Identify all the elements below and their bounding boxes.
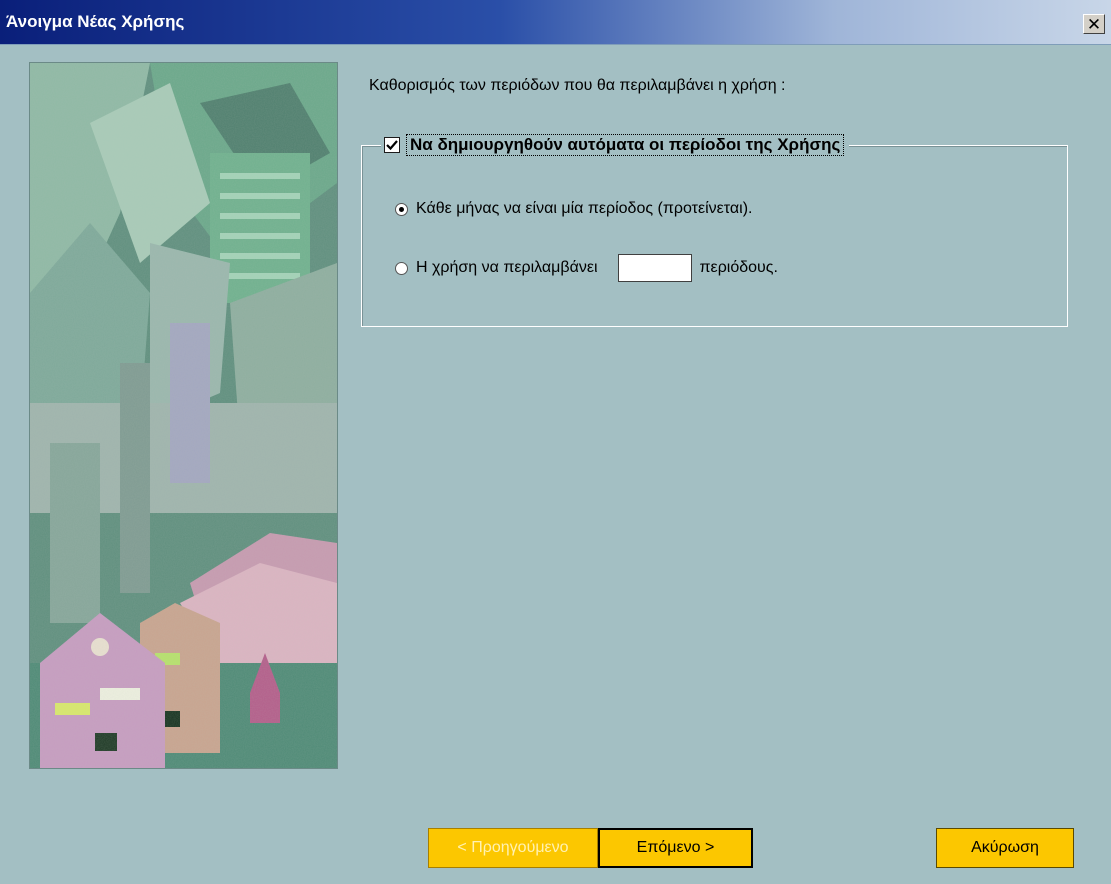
back-button[interactable]: < Προηγούμενο	[428, 828, 598, 868]
window-title: Άνοιγμα Νέας Χρήσης	[6, 12, 185, 31]
monthly-radio[interactable]	[395, 202, 408, 216]
wizard-illustration	[29, 62, 338, 769]
periods-group	[361, 145, 1068, 327]
custom-option[interactable]: Η χρήση να περιλαμβάνει περιόδους.	[395, 254, 778, 282]
cancel-button[interactable]: Ακύρωση	[936, 828, 1074, 868]
period-count-input[interactable]	[617, 254, 692, 282]
custom-prefix-label: Η χρήση να περιλαμβάνει	[416, 259, 598, 276]
close-icon: ✕	[1086, 15, 1102, 34]
auto-periods-label: Να δημιουργηθούν αυτόματα οι περίοδοι τη…	[406, 134, 845, 156]
auto-periods-checkbox[interactable]: Να δημιουργηθούν αυτόματα οι περίοδοι τη…	[381, 134, 850, 156]
title-bar: Άνοιγμα Νέας Χρήσης ✕	[0, 0, 1111, 45]
checkbox-box[interactable]	[384, 137, 400, 153]
custom-radio[interactable]	[395, 261, 408, 275]
custom-suffix-label: περιόδους.	[699, 259, 778, 276]
next-button[interactable]: Επόμενο >	[598, 828, 753, 868]
monthly-label: Κάθε μήνας να είναι μία περίοδος (προτεί…	[416, 200, 753, 217]
close-button[interactable]: ✕	[1083, 14, 1105, 34]
monthly-option[interactable]: Κάθε μήνας να είναι μία περίοδος (προτεί…	[395, 200, 752, 218]
description-text: Καθορισμός των περιόδων που θα περιλαμβά…	[369, 77, 786, 94]
check-icon	[386, 140, 398, 151]
